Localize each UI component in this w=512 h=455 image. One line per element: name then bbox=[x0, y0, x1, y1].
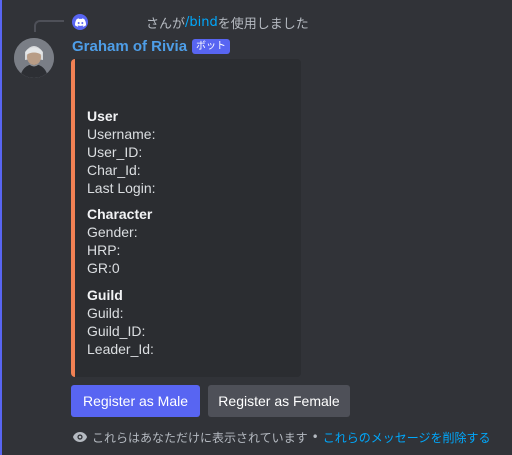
field-name: Character bbox=[87, 206, 153, 222]
separator: • bbox=[311, 430, 319, 444]
reply-spine bbox=[34, 20, 64, 32]
field-line: Guild_ID: bbox=[87, 323, 146, 339]
bot-badge: ボット bbox=[192, 38, 231, 54]
register-female-button[interactable]: Register as Female bbox=[208, 385, 350, 417]
ephemeral-text: これらはあなただけに表示されています bbox=[92, 430, 308, 445]
highlight-bar bbox=[0, 0, 2, 455]
embed: User Username: User_ID: Char_Id: Last Lo… bbox=[71, 59, 301, 377]
field-line: User_ID: bbox=[87, 144, 143, 160]
field-line: GR:0 bbox=[87, 260, 120, 276]
embed-field-character: Character Gender: HRP: GR:0 bbox=[87, 205, 291, 277]
field-line: Username: bbox=[87, 126, 156, 142]
field-line: Guild: bbox=[87, 305, 124, 321]
register-male-button[interactable]: Register as Male bbox=[71, 385, 200, 417]
bot-username[interactable]: Graham of Rivia bbox=[72, 38, 187, 55]
ephemeral-notice: これらはあなただけに表示されています • これらのメッセージを削除する bbox=[72, 428, 491, 446]
field-line: Gender: bbox=[87, 224, 138, 240]
embed-field-user: User Username: User_ID: Char_Id: Last Lo… bbox=[87, 107, 291, 197]
reply-text-before: さんが bbox=[146, 16, 186, 32]
avatar[interactable] bbox=[14, 38, 54, 78]
field-line: Leader_Id: bbox=[87, 341, 154, 357]
eye-icon bbox=[72, 431, 88, 443]
field-line: Last Login: bbox=[87, 180, 156, 196]
reply-context[interactable]: さんが /bind を使用しました bbox=[72, 12, 309, 32]
button-row: Register as Male Register as Female bbox=[71, 385, 350, 417]
message-header: Graham of Rivia ボット bbox=[72, 36, 231, 56]
embed-field-guild: Guild Guild: Guild_ID: Leader_Id: bbox=[87, 286, 291, 358]
reply-text-after: を使用しました bbox=[217, 16, 309, 32]
dismiss-messages-link[interactable]: これらのメッセージを削除する bbox=[323, 429, 491, 446]
field-name: Guild bbox=[87, 287, 123, 303]
field-line: Char_Id: bbox=[87, 162, 141, 178]
field-name: User bbox=[87, 108, 119, 124]
reply-command[interactable]: /bind bbox=[185, 15, 218, 30]
discord-icon bbox=[72, 14, 88, 30]
field-line: HRP: bbox=[87, 242, 121, 258]
